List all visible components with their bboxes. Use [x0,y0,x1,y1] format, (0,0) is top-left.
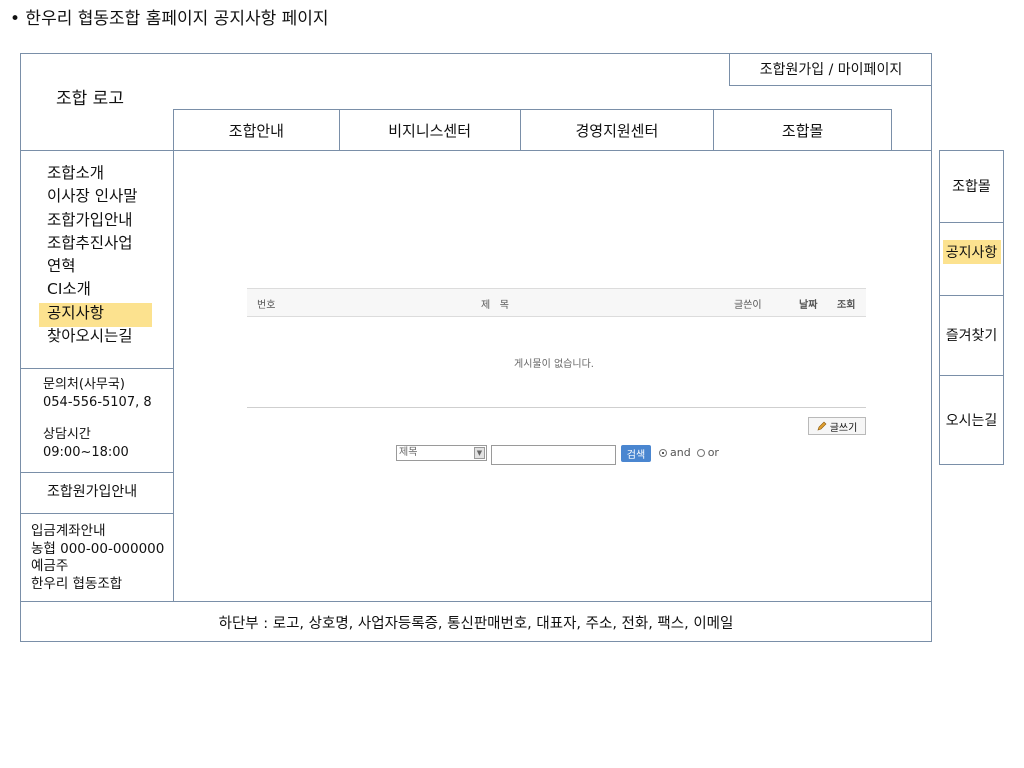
page-heading: • 한우리 협동조합 홈페이지 공지사항 페이지 [10,9,329,29]
sidebar-item-greeting[interactable]: 이사장 인사말 [47,185,138,208]
sidebar-divider-menu [20,368,173,369]
contact-info: 문의처(사무국) 054-556-5107, 8 상담시간 09:00~18:0… [43,376,152,462]
radio-or-label: or [707,446,719,459]
member-join-guide-link[interactable]: 조합원가입안내 [47,481,137,501]
search-select-value: 제목 [399,447,418,458]
col-author: 글쓴이 [734,300,762,311]
col-views: 조회 [837,300,856,311]
pencil-icon [817,421,827,431]
sidebar-item-directions[interactable]: 찾아오시는길 [47,325,138,348]
sidebar-menu: 조합소개 이사장 인사말 조합가입안내 조합추진사업 연혁 CI소개 공지사항 … [47,162,138,348]
nav-item-mall[interactable]: 조합몰 [714,110,891,150]
header-divider [20,150,932,151]
hours-title: 상담시간 [43,427,91,442]
radio-and[interactable] [659,448,667,457]
search-button[interactable]: 검색 [621,445,651,462]
quick-item-favorites[interactable]: 즐겨찾기 [939,295,1004,375]
search-input[interactable] [491,445,616,465]
board-empty-message: 게시물이 없습니다. [514,359,594,370]
bank-title: 입금계좌안내 [31,523,106,539]
board-header-row: 번호 제 목 글쓴이 날짜 조회 [247,288,866,317]
radio-or[interactable] [696,448,705,457]
sidebar-item-join-guide[interactable]: 조합가입안내 [47,209,138,232]
bank-holder: 한우리 협동조합 [31,575,123,592]
quick-item-mall[interactable]: 조합몰 [939,150,1004,222]
bank-holder-label: 예금주 [31,558,69,574]
site-logo[interactable]: 조합 로고 [56,84,124,109]
bank-account: 농협 000-00-000000 [31,540,165,557]
footer-info: 하단부 : 로고, 상호명, 사업자등록증, 통신판매번호, 대표자, 주소, … [218,615,734,632]
sidebar-divider [173,109,174,602]
col-date: 날짜 [799,300,818,311]
sidebar-item-ci[interactable]: CI소개 [47,278,138,301]
quick-item-notice[interactable]: 공지사항 [939,222,1004,282]
chevron-down-icon: ▼ [474,447,485,459]
sidebar-divider-contact [20,472,173,473]
col-number: 번호 [257,300,276,311]
search-mode-radios: and or [659,446,719,459]
board-bottom-line [247,407,866,408]
write-button[interactable]: 글쓰기 [808,417,866,435]
join-mypage-link[interactable]: 조합원가입 / 마이페이지 [729,53,932,86]
hours-value: 09:00~18:00 [43,445,129,460]
contact-phone: 054-556-5107, 8 [43,395,152,410]
bank-info: 입금계좌안내 농협 000-00-000000 예금주 한우리 협동조합 [31,523,164,593]
sidebar-item-intro[interactable]: 조합소개 [47,162,138,185]
sidebar-item-history[interactable]: 연혁 [47,255,138,278]
sidebar-item-notice[interactable]: 공지사항 [47,302,138,325]
search-field-select[interactable]: 제목 ▼ [396,445,487,461]
nav-item-business[interactable]: 비지니스센터 [340,110,521,150]
nav-item-about[interactable]: 조합안내 [174,110,340,150]
sidebar-item-projects[interactable]: 조합추진사업 [47,232,138,255]
quick-item-directions[interactable]: 오시는길 [939,375,1004,465]
write-button-label: 글쓰기 [829,422,858,434]
nav-item-management[interactable]: 경영지원센터 [521,110,715,150]
sidebar-divider-guide [20,513,173,514]
radio-and-label: and [670,446,691,459]
contact-title: 문의처(사무국) [43,377,125,392]
main-nav: 조합안내 비지니스센터 경영지원센터 조합몰 [173,109,892,150]
col-title: 제 목 [481,300,509,311]
